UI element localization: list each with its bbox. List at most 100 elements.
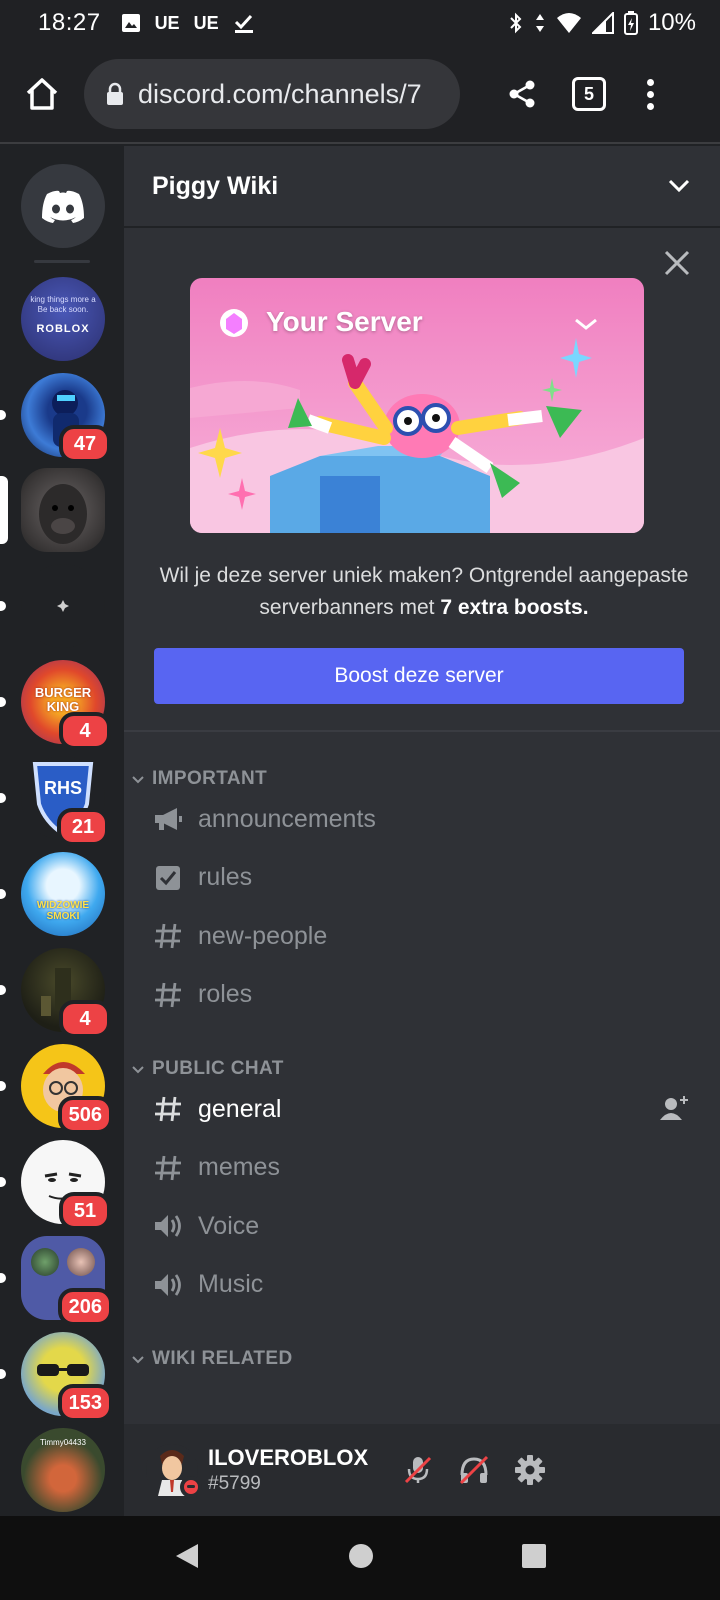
hash-icon bbox=[152, 1093, 184, 1125]
wifi-icon bbox=[556, 13, 581, 33]
roblox-logo-text: ROBLOX bbox=[36, 323, 90, 335]
bluetooth-icon bbox=[510, 12, 522, 34]
mute-microphone-button[interactable] bbox=[390, 1442, 446, 1498]
channel-announcements[interactable]: announcements bbox=[124, 790, 720, 849]
channel-voice[interactable]: Voice bbox=[124, 1197, 720, 1256]
server-icon-text-2: Be back soon. bbox=[37, 305, 89, 314]
selected-indicator bbox=[0, 476, 8, 544]
lock-icon bbox=[106, 82, 124, 106]
rail-separator bbox=[34, 260, 90, 263]
gear-icon bbox=[515, 1455, 545, 1485]
back-triangle-icon bbox=[176, 1543, 199, 1568]
server-7-text: WIDZOWIE SMOKI bbox=[36, 900, 90, 922]
channel-panel: Piggy Wiki Your Server Wil je deze serve… bbox=[124, 146, 720, 1516]
category-important[interactable]: IMPORTANT bbox=[124, 746, 720, 790]
discord-home-button[interactable] bbox=[21, 164, 105, 248]
boost-description: Wil je deze server uniek maken? Ontgrend… bbox=[154, 560, 694, 624]
unread-indicator bbox=[0, 697, 6, 707]
server-icon-piggy-wiki[interactable] bbox=[21, 468, 105, 552]
category-wiki-related[interactable]: WIKI RELATED bbox=[124, 1326, 720, 1370]
boost-count-text: 7 extra boosts. bbox=[440, 596, 589, 619]
channel-roles[interactable]: roles bbox=[124, 966, 720, 1025]
server-icon-7[interactable]: WIDZOWIE SMOKI bbox=[21, 852, 105, 936]
url-text: discord.com/channels/7 bbox=[138, 78, 422, 109]
address-bar[interactable]: discord.com/channels/7 bbox=[84, 59, 460, 129]
microphone-muted-icon bbox=[404, 1456, 432, 1484]
mention-badge: 47 bbox=[59, 425, 111, 463]
server-icon-4[interactable] bbox=[21, 564, 105, 648]
cell-signal-icon bbox=[591, 12, 614, 34]
banner-title: Your Server bbox=[266, 306, 423, 337]
unread-indicator bbox=[0, 889, 6, 899]
mention-badge: 4 bbox=[59, 712, 111, 750]
server-icon-roblox[interactable]: king things more a Be back soon. ROBLOX bbox=[21, 277, 105, 361]
user-settings-button[interactable] bbox=[502, 1442, 558, 1498]
category-label: WIKI RELATED bbox=[152, 1348, 293, 1369]
recents-button[interactable] bbox=[520, 1542, 548, 1575]
avatar[interactable] bbox=[146, 1444, 202, 1498]
channel-rules[interactable]: rules bbox=[124, 849, 720, 908]
rhs-text: RHS bbox=[43, 778, 82, 798]
check-icon bbox=[234, 14, 253, 33]
server-header[interactable]: Piggy Wiki bbox=[124, 146, 720, 228]
unread-indicator bbox=[0, 1177, 6, 1187]
boost-banner-illustration: Your Server bbox=[190, 278, 644, 533]
server-icon-burger-king[interactable]: BURGER KING 4 bbox=[21, 660, 111, 750]
home-icon bbox=[26, 78, 58, 110]
data-arrows-icon bbox=[535, 14, 544, 32]
server-icon-2[interactable]: 47 bbox=[21, 373, 111, 463]
channel-name: Voice bbox=[198, 1211, 260, 1240]
recents-square-icon bbox=[521, 1543, 546, 1568]
server-folder[interactable]: 206 bbox=[21, 1236, 113, 1326]
user-panel: ILOVEROBLOX #5799 bbox=[124, 1424, 720, 1516]
deafen-button[interactable] bbox=[446, 1442, 502, 1498]
channel-name: new-people bbox=[198, 921, 328, 950]
add-member-icon[interactable] bbox=[660, 1094, 690, 1129]
chevron-down-icon bbox=[132, 776, 144, 784]
folder-server-icon bbox=[67, 1248, 95, 1276]
server-icon-9[interactable]: 506 bbox=[21, 1044, 113, 1134]
channel-name: general bbox=[198, 1094, 282, 1123]
tab-switcher-button[interactable]: 5 bbox=[572, 77, 606, 111]
browser-menu-button[interactable] bbox=[640, 72, 660, 116]
user-info[interactable]: ILOVEROBLOX #5799 bbox=[208, 1445, 388, 1495]
mention-badge: 206 bbox=[57, 1288, 113, 1326]
server-icon-13[interactable]: Timmy04433 bbox=[21, 1428, 105, 1512]
discord-logo-icon bbox=[42, 190, 84, 223]
server-name: Piggy Wiki bbox=[152, 171, 279, 200]
speaker-icon bbox=[152, 1210, 184, 1242]
home-button[interactable] bbox=[20, 72, 64, 116]
mention-badge: 506 bbox=[57, 1096, 113, 1134]
category-label: PUBLIC CHAT bbox=[152, 1058, 284, 1079]
rules-icon bbox=[152, 862, 184, 894]
unread-indicator bbox=[0, 793, 6, 803]
server-icon-rhs[interactable]: RHS 21 bbox=[21, 756, 109, 846]
unread-indicator bbox=[0, 601, 6, 611]
home-nav-button[interactable] bbox=[347, 1542, 375, 1575]
boost-server-button[interactable]: Boost deze server bbox=[154, 648, 684, 704]
server-icon-text-1: king things more a bbox=[30, 295, 96, 304]
channel-new-people[interactable]: new-people bbox=[124, 907, 720, 966]
category-public-chat[interactable]: PUBLIC CHAT bbox=[124, 1036, 720, 1080]
unread-indicator bbox=[0, 1081, 6, 1091]
channel-general[interactable]: general bbox=[124, 1080, 720, 1139]
server-icon-8[interactable]: 4 bbox=[21, 948, 111, 1038]
server-icon-10[interactable]: 51 bbox=[21, 1140, 111, 1230]
channel-name: rules bbox=[198, 863, 253, 892]
back-button[interactable] bbox=[172, 1541, 202, 1576]
share-button[interactable] bbox=[500, 72, 544, 116]
mention-badge: 153 bbox=[57, 1384, 113, 1422]
battery-percentage: 10% bbox=[647, 9, 696, 36]
unread-indicator bbox=[0, 985, 6, 995]
server-avatar-art bbox=[57, 600, 69, 612]
close-icon[interactable] bbox=[662, 248, 692, 278]
server-icon-12[interactable]: 153 bbox=[21, 1332, 113, 1422]
server-rail: king things more a Be back soon. ROBLOX … bbox=[0, 146, 124, 1516]
announcement-icon bbox=[152, 803, 184, 835]
hash-icon bbox=[152, 1152, 184, 1184]
channel-memes[interactable]: memes bbox=[124, 1139, 720, 1198]
burger-king-text: BURGER KING bbox=[34, 685, 92, 714]
hash-icon bbox=[152, 920, 184, 952]
mention-badge: 4 bbox=[59, 1000, 111, 1038]
channel-music[interactable]: Music bbox=[124, 1256, 720, 1315]
